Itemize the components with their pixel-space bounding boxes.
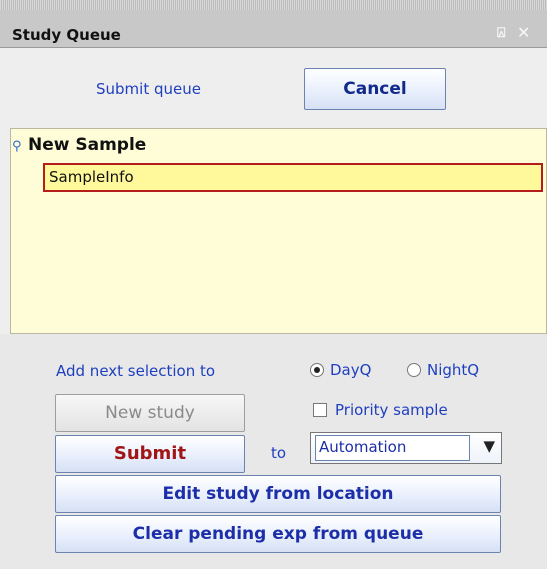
pin-icon[interactable]: ⍓ bbox=[497, 25, 505, 41]
radio-nightq-indicator[interactable] bbox=[407, 363, 421, 377]
study-queue-tree[interactable]: ⚲ New Sample SampleInfo bbox=[10, 128, 547, 334]
target-dropdown-value[interactable]: Automation bbox=[315, 435, 470, 461]
chevron-down-icon[interactable]: ▼ bbox=[483, 437, 495, 455]
submit-queue-label: Submit queue bbox=[96, 80, 201, 98]
edit-study-from-location-button[interactable]: Edit study from location bbox=[55, 475, 501, 513]
new-study-button[interactable]: New study bbox=[55, 394, 245, 432]
target-dropdown[interactable]: Automation ▼ bbox=[310, 432, 502, 464]
add-next-selection-label: Add next selection to bbox=[56, 362, 216, 380]
priority-sample-checkbox[interactable]: Priority sample bbox=[313, 401, 448, 419]
title-bar-grip bbox=[0, 0, 547, 10]
radio-nightq-label: NightQ bbox=[427, 361, 480, 379]
sample-info-field[interactable]: SampleInfo bbox=[43, 163, 543, 192]
cancel-button[interactable]: Cancel bbox=[304, 68, 446, 110]
priority-sample-label: Priority sample bbox=[335, 401, 448, 419]
close-icon[interactable]: ✕ bbox=[517, 23, 530, 42]
to-label: to bbox=[271, 444, 287, 462]
radio-dayq-label: DayQ bbox=[330, 361, 372, 379]
radio-dayq[interactable]: DayQ bbox=[310, 361, 371, 379]
window-title: Study Queue bbox=[12, 26, 121, 44]
radio-nightq[interactable]: NightQ bbox=[407, 361, 479, 379]
submit-button[interactable]: Submit bbox=[55, 435, 245, 473]
title-bar: Study Queue ⍓ ✕ bbox=[0, 0, 547, 48]
clear-pending-exp-button[interactable]: Clear pending exp from queue bbox=[55, 515, 501, 553]
tree-node-handle-icon[interactable]: ⚲ bbox=[12, 139, 22, 154]
tree-node-new-sample[interactable]: New Sample bbox=[28, 135, 146, 155]
radio-dayq-indicator[interactable] bbox=[310, 363, 324, 377]
priority-checkbox-box[interactable] bbox=[313, 403, 327, 417]
